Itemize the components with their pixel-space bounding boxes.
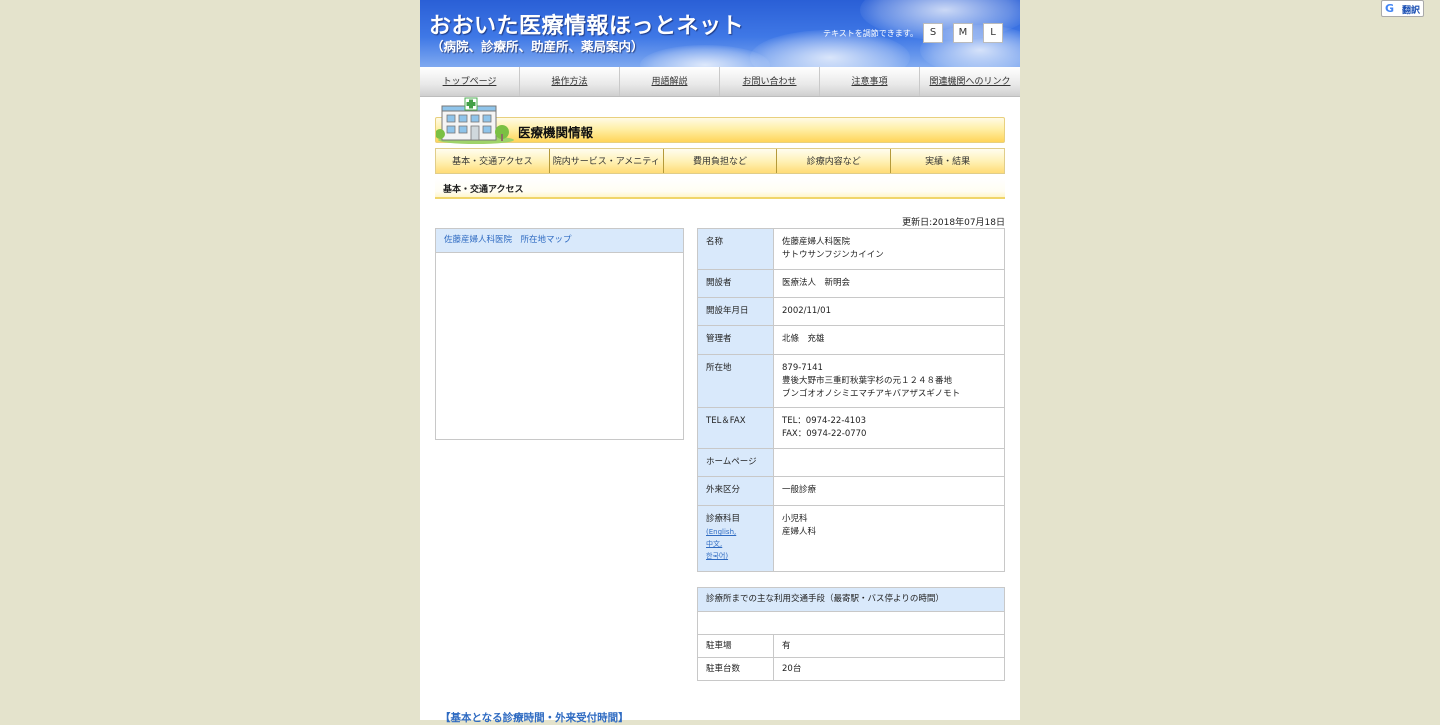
table-row: 名称 佐藤産婦人科医院 サトウサンフジンカイイン [697,228,1005,270]
parking-value: 有 [773,634,1005,658]
manager-value: 北條 充雄 [773,325,1005,355]
text-size-large-button[interactable]: L [983,23,1003,43]
hospital-icon [436,97,514,144]
text-size-small-button[interactable]: S [923,23,943,43]
tel-fax-label: TEL＆FAX [697,407,774,449]
table-row: 診療所までの主な利用交通手段（最寄駅・バス停よりの時間） [697,587,1005,612]
tel-number: TEL：0974-22-4103 [782,416,867,426]
tel-fax-value: TEL：0974-22-4103 FAX：0974-22-0770 [773,407,1005,449]
map-title: 佐藤産婦人科医院 所在地マップ [436,229,683,253]
tab-services-amenities[interactable]: 院内サービス・アメニティ [550,149,664,173]
table-row [697,611,1005,635]
text-size-medium-button[interactable]: M [953,23,973,43]
facility-name-kana: サトウサンフジンカイイン [782,250,884,260]
table-row: 駐車場 有 [697,634,1005,658]
chinese-link[interactable]: 中文, [706,538,765,550]
table-row: TEL＆FAX TEL：0974-22-4103 FAX：0974-22-077… [697,407,1005,449]
department-item: 産婦人科 [782,527,817,537]
founder-label: 開設者 [697,269,774,298]
table-row: 管理者 北條 充雄 [697,325,1005,355]
english-link[interactable]: (English, [706,526,765,538]
korean-link[interactable]: 한국어) [706,550,765,562]
homepage-value [773,448,1005,477]
site-header: おおいた医療情報ほっとネット （病院、診療所、助産所、薬局案内） テキストを調節… [420,0,1020,67]
manager-label: 管理者 [697,325,774,355]
nav-how-to-use[interactable]: 操作方法 [520,67,620,96]
updated-date: 更新日:2018年07月18日 [902,218,1005,228]
subsection-title: 基本・交通アクセス [443,185,524,195]
facility-name: 佐藤産婦人科医院 [782,237,851,247]
opened-label: 開設年月日 [697,297,774,326]
main-nav: トップページ 操作方法 用語解説 お問い合わせ 注意事項 関連機関へのリンク [420,67,1020,97]
address-label: 所在地 [697,354,774,408]
tab-results[interactable]: 実績・結果 [891,149,1004,173]
access-table: 診療所までの主な利用交通手段（最寄駅・バス停よりの時間） 駐車場 有 駐車台数 … [697,587,1005,681]
text-size-label: テキストを調節できます。 [823,29,918,38]
outpatient-value: 一般診療 [773,476,1005,506]
table-row: 外来区分 一般診療 [697,476,1005,506]
google-g-icon: G [1385,2,1395,15]
tab-costs[interactable]: 費用負担など [664,149,778,173]
nav-related-links[interactable]: 関連機関へのリンク [920,67,1020,96]
subsection-header: 基本・交通アクセス [435,178,1005,199]
tab-basic-access[interactable]: 基本・交通アクセス [436,149,550,173]
address-kana: ブンゴオオノシミエマチアキバアザスギノモト [782,389,961,399]
transport-value [697,611,1005,635]
facility-info-table: 名称 佐藤産婦人科医院 サトウサンフジンカイイン 開設者 医療法人 新明会 開設… [697,228,1005,572]
table-row: 開設年月日 2002/11/01 [697,297,1005,326]
departments-label: 診療科目 [706,514,741,524]
page-container: おおいた医療情報ほっとネット （病院、診療所、助産所、薬局案内） テキストを調節… [420,0,1020,724]
table-row: 所在地 879-7141 豊後大野市三重町秋葉字杉の元１２４８番地 ブンゴオオノ… [697,354,1005,408]
nav-glossary[interactable]: 用語解説 [620,67,720,96]
name-value: 佐藤産婦人科医院 サトウサンフジンカイイン [773,228,1005,270]
parking-count-label: 駐車台数 [697,657,774,681]
nav-contact[interactable]: お問い合わせ [720,67,820,96]
department-item: 小児科 [782,514,808,524]
tab-treatment[interactable]: 診療内容など [777,149,892,173]
table-row: 駐車台数 20台 [697,657,1005,681]
parking-label: 駐車場 [697,634,774,658]
section-title: 医療機関情報 [518,125,594,140]
parking-count-value: 20台 [773,657,1005,681]
postal-code: 879-7141 [782,363,823,373]
departments-label-cell: 診療科目 (English, 中文, 한국어) [697,505,774,572]
hours-section-link[interactable]: 【基本となる診療時間・外来受付時間】 [440,710,629,725]
fax-number: FAX：0974-22-0770 [782,429,867,439]
nav-top-page[interactable]: トップページ [420,67,520,96]
location-map-panel: 佐藤産婦人科医院 所在地マップ [435,228,684,440]
address-text: 豊後大野市三重町秋葉字杉の元１２４８番地 [782,376,953,386]
site-subtitle: （病院、診療所、助産所、薬局案内） [431,39,644,54]
address-value: 879-7141 豊後大野市三重町秋葉字杉の元１２４８番地 ブンゴオオノシミエマ… [773,354,1005,408]
info-tabs: 基本・交通アクセス 院内サービス・アメニティ 費用負担など 診療内容など 実績・… [435,148,1005,174]
translate-label: 翻訳 [1402,6,1421,16]
access-header: 診療所までの主な利用交通手段（最寄駅・バス停よりの時間） [697,587,1005,612]
founder-value: 医療法人 新明会 [773,269,1005,298]
language-links: (English, 中文, 한국어) [706,526,765,562]
name-label: 名称 [697,228,774,270]
homepage-label: ホームページ [697,448,774,477]
table-row: 診療科目 (English, 中文, 한국어) 小児科 産婦人科 [697,505,1005,572]
nav-notes[interactable]: 注意事項 [820,67,920,96]
departments-value: 小児科 産婦人科 [773,505,1005,572]
translate-button[interactable]: G 翻訳 [1381,0,1424,17]
outpatient-label: 外来区分 [697,476,774,506]
table-row: 開設者 医療法人 新明会 [697,269,1005,298]
opened-value: 2002/11/01 [773,297,1005,326]
table-row: ホームページ [697,448,1005,477]
